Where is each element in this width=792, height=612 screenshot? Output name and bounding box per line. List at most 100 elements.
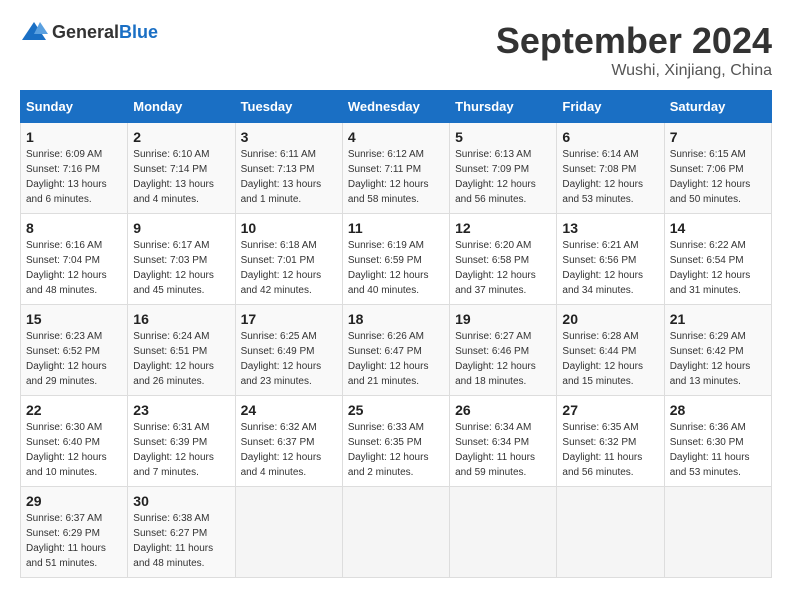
table-row: 22 Sunrise: 6:30 AMSunset: 6:40 PMDaylig… <box>21 396 128 487</box>
header-tuesday: Tuesday <box>235 91 342 123</box>
table-row: 10 Sunrise: 6:18 AMSunset: 7:01 PMDaylig… <box>235 214 342 305</box>
day-info: Sunrise: 6:14 AMSunset: 7:08 PMDaylight:… <box>562 147 658 207</box>
table-row: 8 Sunrise: 6:16 AMSunset: 7:04 PMDayligh… <box>21 214 128 305</box>
calendar-table: Sunday Monday Tuesday Wednesday Thursday… <box>20 90 772 578</box>
day-number: 16 <box>133 311 229 327</box>
calendar-week-3: 22 Sunrise: 6:30 AMSunset: 6:40 PMDaylig… <box>21 396 772 487</box>
day-info: Sunrise: 6:16 AMSunset: 7:04 PMDaylight:… <box>26 238 122 298</box>
day-number: 7 <box>670 129 766 145</box>
table-row: 4 Sunrise: 6:12 AMSunset: 7:11 PMDayligh… <box>342 123 449 214</box>
day-info: Sunrise: 6:23 AMSunset: 6:52 PMDaylight:… <box>26 329 122 389</box>
table-row: 21 Sunrise: 6:29 AMSunset: 6:42 PMDaylig… <box>664 305 771 396</box>
table-row <box>557 487 664 578</box>
logo-blue: Blue <box>119 22 158 42</box>
table-row: 30 Sunrise: 6:38 AMSunset: 6:27 PMDaylig… <box>128 487 235 578</box>
day-number: 8 <box>26 220 122 236</box>
day-info: Sunrise: 6:37 AMSunset: 6:29 PMDaylight:… <box>26 511 122 571</box>
day-info: Sunrise: 6:29 AMSunset: 6:42 PMDaylight:… <box>670 329 766 389</box>
table-row <box>342 487 449 578</box>
day-number: 18 <box>348 311 444 327</box>
day-info: Sunrise: 6:18 AMSunset: 7:01 PMDaylight:… <box>241 238 337 298</box>
table-row: 7 Sunrise: 6:15 AMSunset: 7:06 PMDayligh… <box>664 123 771 214</box>
day-number: 24 <box>241 402 337 418</box>
month-title: September 2024 <box>496 20 772 62</box>
table-row: 13 Sunrise: 6:21 AMSunset: 6:56 PMDaylig… <box>557 214 664 305</box>
day-number: 26 <box>455 402 551 418</box>
header-saturday: Saturday <box>664 91 771 123</box>
calendar-week-2: 15 Sunrise: 6:23 AMSunset: 6:52 PMDaylig… <box>21 305 772 396</box>
day-info: Sunrise: 6:32 AMSunset: 6:37 PMDaylight:… <box>241 420 337 480</box>
day-number: 5 <box>455 129 551 145</box>
day-number: 2 <box>133 129 229 145</box>
header-monday: Monday <box>128 91 235 123</box>
day-info: Sunrise: 6:20 AMSunset: 6:58 PMDaylight:… <box>455 238 551 298</box>
table-row: 26 Sunrise: 6:34 AMSunset: 6:34 PMDaylig… <box>450 396 557 487</box>
calendar-week-1: 8 Sunrise: 6:16 AMSunset: 7:04 PMDayligh… <box>21 214 772 305</box>
day-info: Sunrise: 6:15 AMSunset: 7:06 PMDaylight:… <box>670 147 766 207</box>
day-number: 9 <box>133 220 229 236</box>
table-row: 3 Sunrise: 6:11 AMSunset: 7:13 PMDayligh… <box>235 123 342 214</box>
day-info: Sunrise: 6:31 AMSunset: 6:39 PMDaylight:… <box>133 420 229 480</box>
day-info: Sunrise: 6:26 AMSunset: 6:47 PMDaylight:… <box>348 329 444 389</box>
header-friday: Friday <box>557 91 664 123</box>
day-info: Sunrise: 6:13 AMSunset: 7:09 PMDaylight:… <box>455 147 551 207</box>
table-row: 25 Sunrise: 6:33 AMSunset: 6:35 PMDaylig… <box>342 396 449 487</box>
table-row: 15 Sunrise: 6:23 AMSunset: 6:52 PMDaylig… <box>21 305 128 396</box>
table-row: 19 Sunrise: 6:27 AMSunset: 6:46 PMDaylig… <box>450 305 557 396</box>
calendar-body: 1 Sunrise: 6:09 AMSunset: 7:16 PMDayligh… <box>21 123 772 578</box>
day-number: 10 <box>241 220 337 236</box>
table-row <box>664 487 771 578</box>
location-title: Wushi, Xinjiang, China <box>496 62 772 80</box>
calendar-week-0: 1 Sunrise: 6:09 AMSunset: 7:16 PMDayligh… <box>21 123 772 214</box>
table-row <box>450 487 557 578</box>
table-row: 9 Sunrise: 6:17 AMSunset: 7:03 PMDayligh… <box>128 214 235 305</box>
day-info: Sunrise: 6:22 AMSunset: 6:54 PMDaylight:… <box>670 238 766 298</box>
day-info: Sunrise: 6:35 AMSunset: 6:32 PMDaylight:… <box>562 420 658 480</box>
day-info: Sunrise: 6:27 AMSunset: 6:46 PMDaylight:… <box>455 329 551 389</box>
day-number: 13 <box>562 220 658 236</box>
table-row: 24 Sunrise: 6:32 AMSunset: 6:37 PMDaylig… <box>235 396 342 487</box>
day-info: Sunrise: 6:19 AMSunset: 6:59 PMDaylight:… <box>348 238 444 298</box>
day-number: 19 <box>455 311 551 327</box>
day-number: 3 <box>241 129 337 145</box>
logo-icon <box>20 20 48 44</box>
table-row: 20 Sunrise: 6:28 AMSunset: 6:44 PMDaylig… <box>557 305 664 396</box>
day-number: 14 <box>670 220 766 236</box>
day-info: Sunrise: 6:30 AMSunset: 6:40 PMDaylight:… <box>26 420 122 480</box>
day-number: 4 <box>348 129 444 145</box>
day-info: Sunrise: 6:34 AMSunset: 6:34 PMDaylight:… <box>455 420 551 480</box>
day-info: Sunrise: 6:24 AMSunset: 6:51 PMDaylight:… <box>133 329 229 389</box>
header-thursday: Thursday <box>450 91 557 123</box>
table-row: 17 Sunrise: 6:25 AMSunset: 6:49 PMDaylig… <box>235 305 342 396</box>
day-number: 17 <box>241 311 337 327</box>
day-number: 29 <box>26 493 122 509</box>
day-info: Sunrise: 6:36 AMSunset: 6:30 PMDaylight:… <box>670 420 766 480</box>
header-wednesday: Wednesday <box>342 91 449 123</box>
calendar-header: Sunday Monday Tuesday Wednesday Thursday… <box>21 91 772 123</box>
logo: GeneralBlue <box>20 20 158 44</box>
day-number: 21 <box>670 311 766 327</box>
day-info: Sunrise: 6:10 AMSunset: 7:14 PMDaylight:… <box>133 147 229 207</box>
day-number: 12 <box>455 220 551 236</box>
day-info: Sunrise: 6:25 AMSunset: 6:49 PMDaylight:… <box>241 329 337 389</box>
table-row: 5 Sunrise: 6:13 AMSunset: 7:09 PMDayligh… <box>450 123 557 214</box>
table-row: 29 Sunrise: 6:37 AMSunset: 6:29 PMDaylig… <box>21 487 128 578</box>
table-row: 18 Sunrise: 6:26 AMSunset: 6:47 PMDaylig… <box>342 305 449 396</box>
day-number: 23 <box>133 402 229 418</box>
title-area: September 2024 Wushi, Xinjiang, China <box>496 20 772 80</box>
header-sunday: Sunday <box>21 91 128 123</box>
day-number: 15 <box>26 311 122 327</box>
logo-general: General <box>52 22 119 42</box>
table-row: 16 Sunrise: 6:24 AMSunset: 6:51 PMDaylig… <box>128 305 235 396</box>
day-number: 22 <box>26 402 122 418</box>
calendar-week-4: 29 Sunrise: 6:37 AMSunset: 6:29 PMDaylig… <box>21 487 772 578</box>
header-row: Sunday Monday Tuesday Wednesday Thursday… <box>21 91 772 123</box>
table-row: 28 Sunrise: 6:36 AMSunset: 6:30 PMDaylig… <box>664 396 771 487</box>
day-number: 30 <box>133 493 229 509</box>
day-number: 28 <box>670 402 766 418</box>
table-row: 14 Sunrise: 6:22 AMSunset: 6:54 PMDaylig… <box>664 214 771 305</box>
table-row: 23 Sunrise: 6:31 AMSunset: 6:39 PMDaylig… <box>128 396 235 487</box>
day-number: 20 <box>562 311 658 327</box>
table-row: 6 Sunrise: 6:14 AMSunset: 7:08 PMDayligh… <box>557 123 664 214</box>
table-row: 12 Sunrise: 6:20 AMSunset: 6:58 PMDaylig… <box>450 214 557 305</box>
